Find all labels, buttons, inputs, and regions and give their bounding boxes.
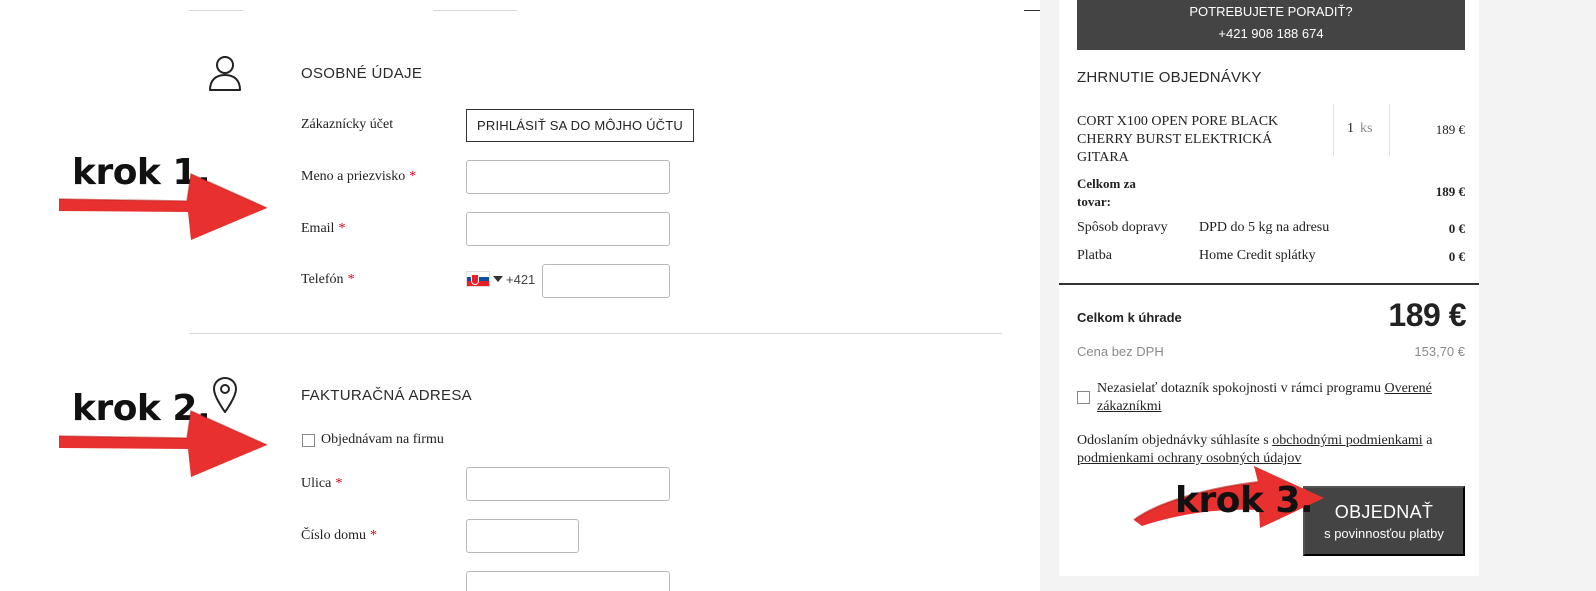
email-label-text: Email	[301, 221, 335, 236]
street-label: Ulica *	[301, 476, 342, 492]
price-without-vat-label: Cena bez DPH	[1077, 344, 1164, 359]
total-value: 189 €	[1388, 297, 1466, 333]
item-quantity-value: 1	[1347, 121, 1354, 136]
order-button-label: OBJEDNAŤ	[1334, 502, 1434, 522]
item-price: 189 €	[1435, 122, 1465, 137]
required-mark: *	[409, 169, 417, 184]
phone-input[interactable]	[542, 264, 670, 298]
name-label: Meno a priezvisko *	[301, 169, 416, 185]
total-label: Celkom k úhrade	[1077, 310, 1182, 325]
order-button-sublabel: s povinnosťou platby	[1324, 526, 1444, 541]
shipping-method: DPD do 5 kg na adresu	[1199, 220, 1330, 235]
terms-prefix: Odoslaním objednávky súhlasíte s	[1077, 433, 1269, 448]
top-divider-center	[433, 10, 517, 11]
email-label: Email *	[301, 221, 345, 237]
survey-opt-out-checkbox[interactable]	[1077, 391, 1090, 404]
street-input[interactable]	[466, 467, 670, 501]
account-label: Zákaznícky účet	[301, 117, 394, 132]
payment-label: Platba	[1077, 248, 1112, 263]
street-label-text: Ulica	[301, 476, 332, 491]
name-input[interactable]	[466, 160, 670, 194]
survey-opt-out-text: Nezasielať dotazník spokojnosti v rámci …	[1097, 380, 1437, 416]
goods-total-value: 189 €	[1435, 184, 1465, 199]
top-divider-left	[189, 10, 243, 11]
phone-prefix: +421	[506, 271, 536, 287]
item-quantity-unit: ks	[1360, 121, 1373, 136]
terms-link[interactable]: obchodnými podmienkami	[1272, 433, 1422, 448]
top-divider-right	[1024, 10, 1040, 11]
section-divider	[189, 333, 1002, 334]
payment-method: Home Credit splátky	[1199, 248, 1316, 263]
step3-annotation: krok 3.	[1175, 480, 1314, 521]
shipping-value: 0 €	[1448, 221, 1465, 236]
slovakia-flag-icon	[466, 271, 490, 287]
user-icon	[207, 54, 243, 97]
house-number-input[interactable]	[466, 519, 579, 553]
required-mark: *	[335, 476, 343, 491]
login-button[interactable]: PRIHLÁSIŤ SA DO MÔJHO ÚČTU	[466, 109, 694, 142]
item-separator	[1333, 104, 1334, 156]
item-separator	[1389, 104, 1390, 156]
summary-title: ZHRNUTIE OBJEDNÁVKY	[1077, 69, 1262, 86]
help-title: POTREBUJETE PORADIŤ?	[1189, 4, 1353, 19]
company-checkbox[interactable]	[302, 434, 315, 447]
required-mark: *	[347, 272, 355, 287]
billing-section-title: FAKTURAČNÁ ADRESA	[301, 387, 472, 404]
email-input[interactable]	[466, 212, 670, 246]
name-label-text: Meno a priezvisko	[301, 169, 406, 184]
shipping-label: Spôsob dopravy	[1077, 220, 1168, 235]
goods-total-label: Celkom za tovar:	[1077, 176, 1136, 209]
help-phone[interactable]: +421 908 188 674	[1077, 23, 1465, 45]
personal-section-title: OSOBNÉ ÚDAJE	[301, 65, 423, 82]
survey-text: Nezasielať dotazník spokojnosti v rámci …	[1097, 381, 1381, 396]
price-without-vat-value: 153,70 €	[1414, 344, 1465, 359]
item-quantity: 1 ks	[1347, 121, 1372, 137]
next-input-partial[interactable]	[466, 571, 670, 591]
total-divider	[1059, 283, 1479, 285]
house-number-label-text: Číslo domu	[301, 528, 366, 543]
help-box: POTREBUJETE PORADIŤ? +421 908 188 674	[1077, 0, 1465, 50]
phone-country-select[interactable]: +421	[466, 271, 535, 287]
company-checkbox-label: Objednávam na firmu	[321, 432, 444, 447]
phone-label-text: Telefón	[301, 272, 344, 287]
house-number-label: Číslo domu *	[301, 528, 377, 544]
phone-label: Telefón *	[301, 272, 355, 288]
step1-arrow-icon	[58, 172, 268, 240]
payment-value: 0 €	[1448, 249, 1465, 264]
required-mark: *	[338, 221, 346, 236]
item-name: CORT X100 OPEN PORE BLACK CHERRY BURST E…	[1077, 114, 1279, 165]
step2-arrow-icon	[58, 409, 268, 477]
chevron-down-icon	[493, 276, 503, 282]
required-mark: *	[369, 528, 377, 543]
terms-and: a	[1426, 433, 1433, 448]
